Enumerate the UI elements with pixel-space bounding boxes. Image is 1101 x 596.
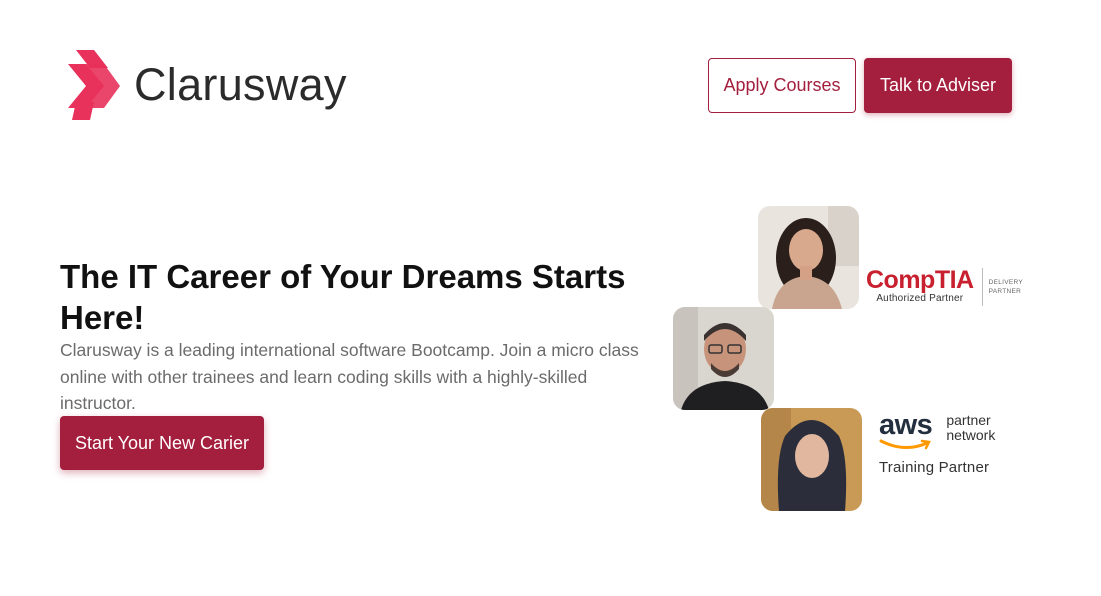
comptia-name: CompTIA <box>866 266 974 294</box>
comptia-divider <box>981 268 983 306</box>
aws-smile-icon <box>879 438 933 456</box>
aws-pn-line1: partner <box>946 412 991 428</box>
aws-pn-line2: network <box>946 427 996 443</box>
chevron-arrows-icon <box>64 50 120 120</box>
brand-logo[interactable]: Clarusway <box>64 50 347 120</box>
aws-partner-logo: aws partner network Training Partner <box>879 410 995 476</box>
comptia-partner-logo: CompTIA Authorized Partner DELIVERY PART… <box>866 266 1023 306</box>
hero-title: The IT Career of Your Dreams Starts Here… <box>60 258 626 336</box>
comptia-delivery-line1: DELIVERY <box>988 279 1024 286</box>
instructor-photo-hijab <box>761 408 862 511</box>
aws-training-partner: Training Partner <box>879 459 990 476</box>
hero-description: Clarusway is a leading international sof… <box>60 340 639 413</box>
comptia-delivery-badge: DELIVERY PARTNER <box>989 278 1023 296</box>
instructor-photo-woman <box>758 206 859 309</box>
talk-to-adviser-button[interactable]: Talk to Adviser <box>864 58 1012 113</box>
aws-partner-network: partner network <box>946 413 995 443</box>
comptia-subtitle: Authorized Partner <box>876 293 964 304</box>
comptia-delivery-line2: PARTNER <box>988 288 1022 295</box>
apply-courses-button[interactable]: Apply Courses <box>708 58 856 113</box>
brand-name: Clarusway <box>134 59 347 110</box>
start-career-button[interactable]: Start Your New Carier <box>60 416 264 470</box>
aws-name: aws <box>879 409 933 441</box>
instructor-photo-man <box>673 307 774 410</box>
